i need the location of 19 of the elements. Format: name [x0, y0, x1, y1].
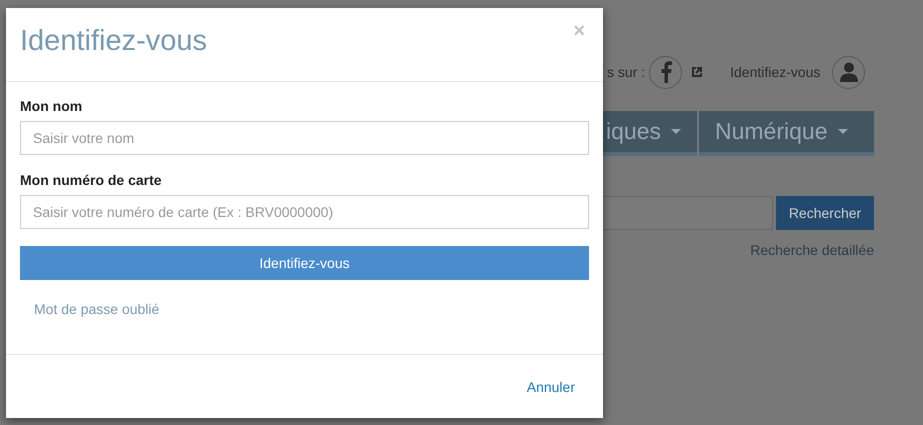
cancel-link[interactable]: Annuler: [526, 378, 575, 394]
dialog-title: Identifiez-vous: [20, 25, 207, 58]
input-field[interactable]: Saisir votre nom: [20, 121, 589, 155]
login-link[interactable]: Identifiez-vous: [730, 64, 820, 80]
facebook-icon[interactable]: [649, 56, 682, 88]
search-button[interactable]: Rechercher: [776, 196, 874, 230]
external-link-icon: [692, 67, 702, 77]
close-button[interactable]: ×: [569, 20, 589, 43]
field-label: Mon nom: [20, 98, 84, 114]
advanced-search-link[interactable]: Recherche detaillée: [750, 242, 874, 258]
caret-icon: [838, 129, 848, 134]
user-icon[interactable]: [832, 56, 866, 88]
field-label: Mon numéro de carte: [20, 172, 163, 188]
follow-label: s sur :: [607, 64, 646, 80]
caret-icon: [671, 129, 681, 134]
forgot-password-link[interactable]: Mot de passe oublié: [34, 301, 160, 317]
input-field[interactable]: Saisir votre numéro de carte (Ex : BRV0000000): [20, 195, 589, 229]
nav-tab[interactable]: Numérique: [699, 111, 874, 156]
login-button[interactable]: Identifiez-vous: [20, 246, 589, 280]
